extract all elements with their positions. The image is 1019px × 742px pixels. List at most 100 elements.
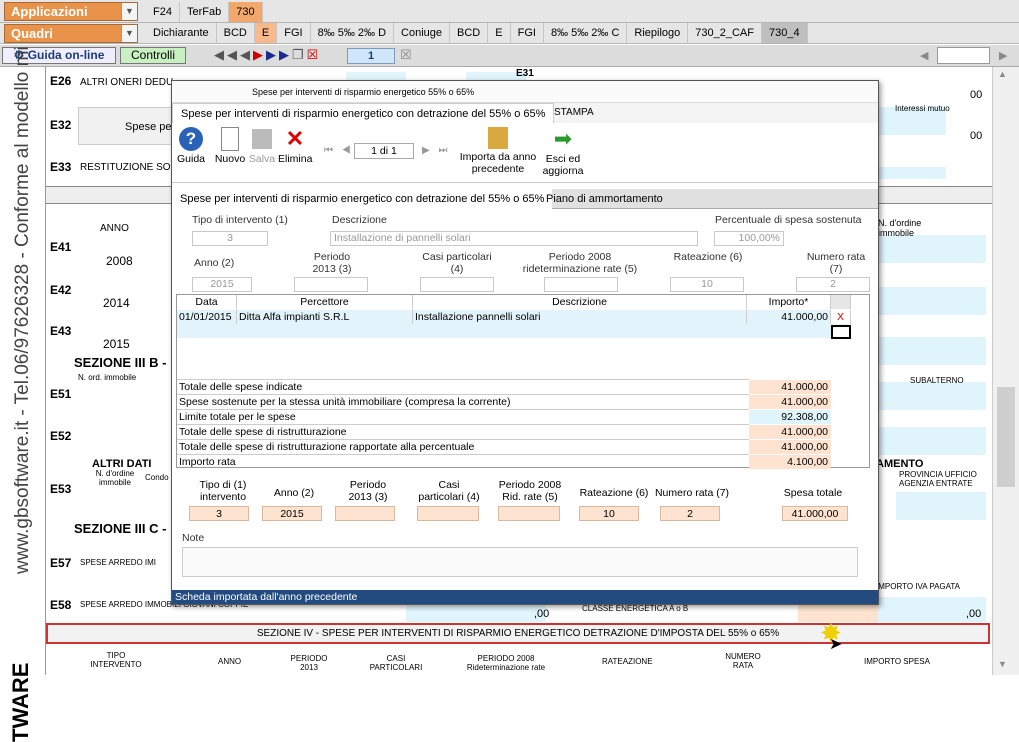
copy-icon[interactable]: ❐ — [292, 47, 307, 62]
subalterno-label: SUBALTERNO — [910, 376, 964, 385]
tab-riepilogo[interactable]: Riepilogo — [627, 23, 689, 43]
spese-grid: Data Percettore Descrizione Importo* 01/… — [176, 294, 870, 469]
controlli-button[interactable]: Controlli — [120, 47, 186, 64]
nav-icons: ◀◀◀▶▶▶❐☒ — [214, 47, 321, 63]
totale-value: 41.000,00 — [749, 379, 831, 394]
delete-icon[interactable]: ☒ — [307, 47, 322, 62]
sum-periodo2013-label: Periodo 2013 (3) — [348, 479, 388, 503]
dialog-ribbon: ? Guida Nuovo Salva ✕ Elimina ⏮ ◀ 1 di 1 ▶… — [172, 123, 878, 183]
search-input[interactable] — [937, 47, 990, 64]
cell-percettore[interactable]: Ditta Alfa impianti S.R.L — [237, 310, 413, 324]
row-e57: E57 — [50, 556, 72, 570]
page-number-input[interactable]: 1 — [347, 48, 395, 64]
cell-descrizione[interactable]: Installazione pannelli solari — [413, 310, 747, 324]
sub-tabs: Spese per interventi di risparmio energe… — [172, 189, 878, 209]
e26-zero: 00 — [970, 89, 983, 101]
periodo-2013-field[interactable] — [294, 277, 368, 292]
tab-spese[interactable]: Spese per interventi di risparmio energe… — [172, 103, 555, 123]
scroll-thumb[interactable] — [997, 387, 1015, 487]
tab-per-mille-d[interactable]: 8‰ 5‰ 2‰ D — [311, 23, 395, 43]
prev-icon[interactable]: ◀ — [920, 49, 928, 62]
guida-button[interactable]: ? Guida — [176, 127, 206, 165]
second-toolbar: Quadri ▼ Dichiarante BCD E FGI 8‰ 5‰ 2‰ D… — [0, 23, 1019, 44]
e26-text: ALTRI ONERI DEDU — [80, 77, 174, 88]
percentuale-field[interactable]: 100,00% — [714, 231, 784, 246]
prev-page-icon[interactable]: ◀ — [240, 47, 253, 62]
tab-terfab[interactable]: TerFab — [180, 2, 230, 22]
tab-e-c[interactable]: E — [488, 23, 511, 43]
quadri-combo[interactable]: Quadri ▼ — [4, 24, 138, 43]
exit-arrow-icon: ➡ — [553, 126, 573, 151]
cell-importo[interactable]: 41.000,00 — [747, 310, 831, 324]
interessi-mutuo: Interessi mutuo — [895, 104, 950, 113]
next-icon[interactable]: ▶ — [999, 49, 1007, 62]
casi-particolari-field[interactable] — [420, 277, 494, 292]
tipo-intervento-field[interactable]: 3 — [192, 231, 268, 246]
vertical-website: www.gbsoftware.it - Tel.06/97626328 - Co… — [12, 46, 33, 574]
table-row-empty[interactable] — [177, 324, 851, 338]
col-importo-spesa: IMPORTO SPESA — [864, 657, 930, 666]
cell-data[interactable]: 01/01/2015 — [177, 310, 237, 324]
tab-per-mille-c[interactable]: 8‰ 5‰ 2‰ C — [544, 23, 628, 43]
anno-field[interactable]: 2015 — [192, 277, 252, 292]
tab-bcd[interactable]: BCD — [217, 23, 255, 43]
periodo-2008-field[interactable] — [544, 277, 618, 292]
year-2014: 2014 — [103, 296, 130, 310]
record-pager[interactable]: 1 di 1 — [354, 143, 414, 159]
tab-fgi[interactable]: FGI — [277, 23, 311, 43]
col-anno: ANNO — [218, 657, 242, 666]
tab-stampa[interactable]: STAMPA — [546, 103, 602, 123]
subtab-spese[interactable]: Spese per interventi di risparmio energe… — [172, 189, 553, 209]
nuovo-button[interactable]: Nuovo — [214, 127, 246, 165]
tab-e[interactable]: E — [254, 23, 278, 43]
elimina-button[interactable]: ✕ Elimina — [278, 127, 312, 166]
subtab-piano-ammortamento[interactable]: Piano di ammortamento — [538, 189, 671, 209]
tab-730-2-caf[interactable]: 730_2_CAF — [688, 23, 762, 43]
tab-f24[interactable]: F24 — [146, 2, 180, 22]
top-tabs: F24 TerFab 730 — [146, 2, 263, 23]
chevron-down-icon[interactable]: ▼ — [121, 3, 137, 20]
numero-rata-field[interactable]: 2 — [796, 277, 870, 292]
scroll-up-icon[interactable]: ▲ — [998, 69, 1007, 79]
tab-730-4[interactable]: 730_4 — [762, 23, 808, 43]
spese-stessa-label: Spese sostenute per la stessa unità immo… — [177, 394, 749, 409]
tab-dichiarante[interactable]: Dichiarante — [146, 23, 217, 43]
condo-label: Condo — [145, 473, 169, 482]
sum-casi-label: Casi particolari (4) — [418, 479, 480, 503]
delete-row-icon[interactable]: X — [831, 310, 851, 324]
sum-rateazione-value: 10 — [579, 506, 639, 521]
first-page-icon[interactable]: ◀◀ — [214, 47, 240, 62]
first-prev-icons[interactable]: ⏮ ◀ — [324, 145, 354, 156]
importa-button[interactable]: Importa da anno precedente — [456, 127, 540, 175]
vertical-scrollbar[interactable]: ▲ ▼ — [992, 67, 1019, 675]
last-page-icon[interactable]: ▶▶ — [266, 47, 292, 62]
scroll-down-icon[interactable]: ▼ — [998, 659, 1007, 669]
tab-bcd-c[interactable]: BCD — [450, 23, 489, 43]
chevron-down-icon[interactable]: ▼ — [121, 25, 137, 42]
salva-button[interactable]: Salva — [248, 127, 276, 165]
sum-tipo-label: Tipo di (1) intervento — [199, 479, 247, 503]
applicazioni-combo[interactable]: Applicazioni ▼ — [4, 2, 138, 21]
e58-zero: ,00 — [534, 608, 550, 620]
top-toolbar: Applicazioni ▼ F24 TerFab 730 — [0, 0, 1019, 23]
limite-label: Limite totale per le spese — [177, 409, 749, 424]
tot-perc-label: Totale delle spese di ristrutturazione r… — [177, 439, 749, 454]
next-page-icon[interactable]: ▶ — [253, 47, 266, 62]
esci-button[interactable]: ➡ Esci ed aggiorna — [540, 126, 586, 178]
row-e51: E51 — [50, 387, 72, 401]
table-row[interactable]: 01/01/2015 Ditta Alfa impianti S.R.L Ins… — [177, 310, 851, 324]
tab-fgi-c[interactable]: FGI — [511, 23, 544, 43]
header-importo: Importo* — [747, 295, 831, 309]
note-field[interactable] — [182, 547, 858, 577]
tab-730[interactable]: 730 — [229, 2, 263, 22]
rateazione-field[interactable]: 10 — [670, 277, 744, 292]
next-last-icons[interactable]: ▶ ⏭ — [422, 145, 450, 156]
tab-coniuge[interactable]: Coniuge — [394, 23, 451, 43]
row-e42: E42 — [50, 283, 72, 297]
col-rateazione: RATEAZIONE — [602, 657, 653, 666]
descrizione-field[interactable]: Installazione di pannelli solari — [330, 231, 698, 246]
e32-spese-button[interactable]: Spese pe — [78, 107, 173, 145]
status-bar: Scheda importata dall'anno precedente — [172, 590, 878, 604]
new-row-cell[interactable] — [831, 325, 851, 339]
close-record-icon[interactable]: ☒ — [400, 47, 412, 63]
